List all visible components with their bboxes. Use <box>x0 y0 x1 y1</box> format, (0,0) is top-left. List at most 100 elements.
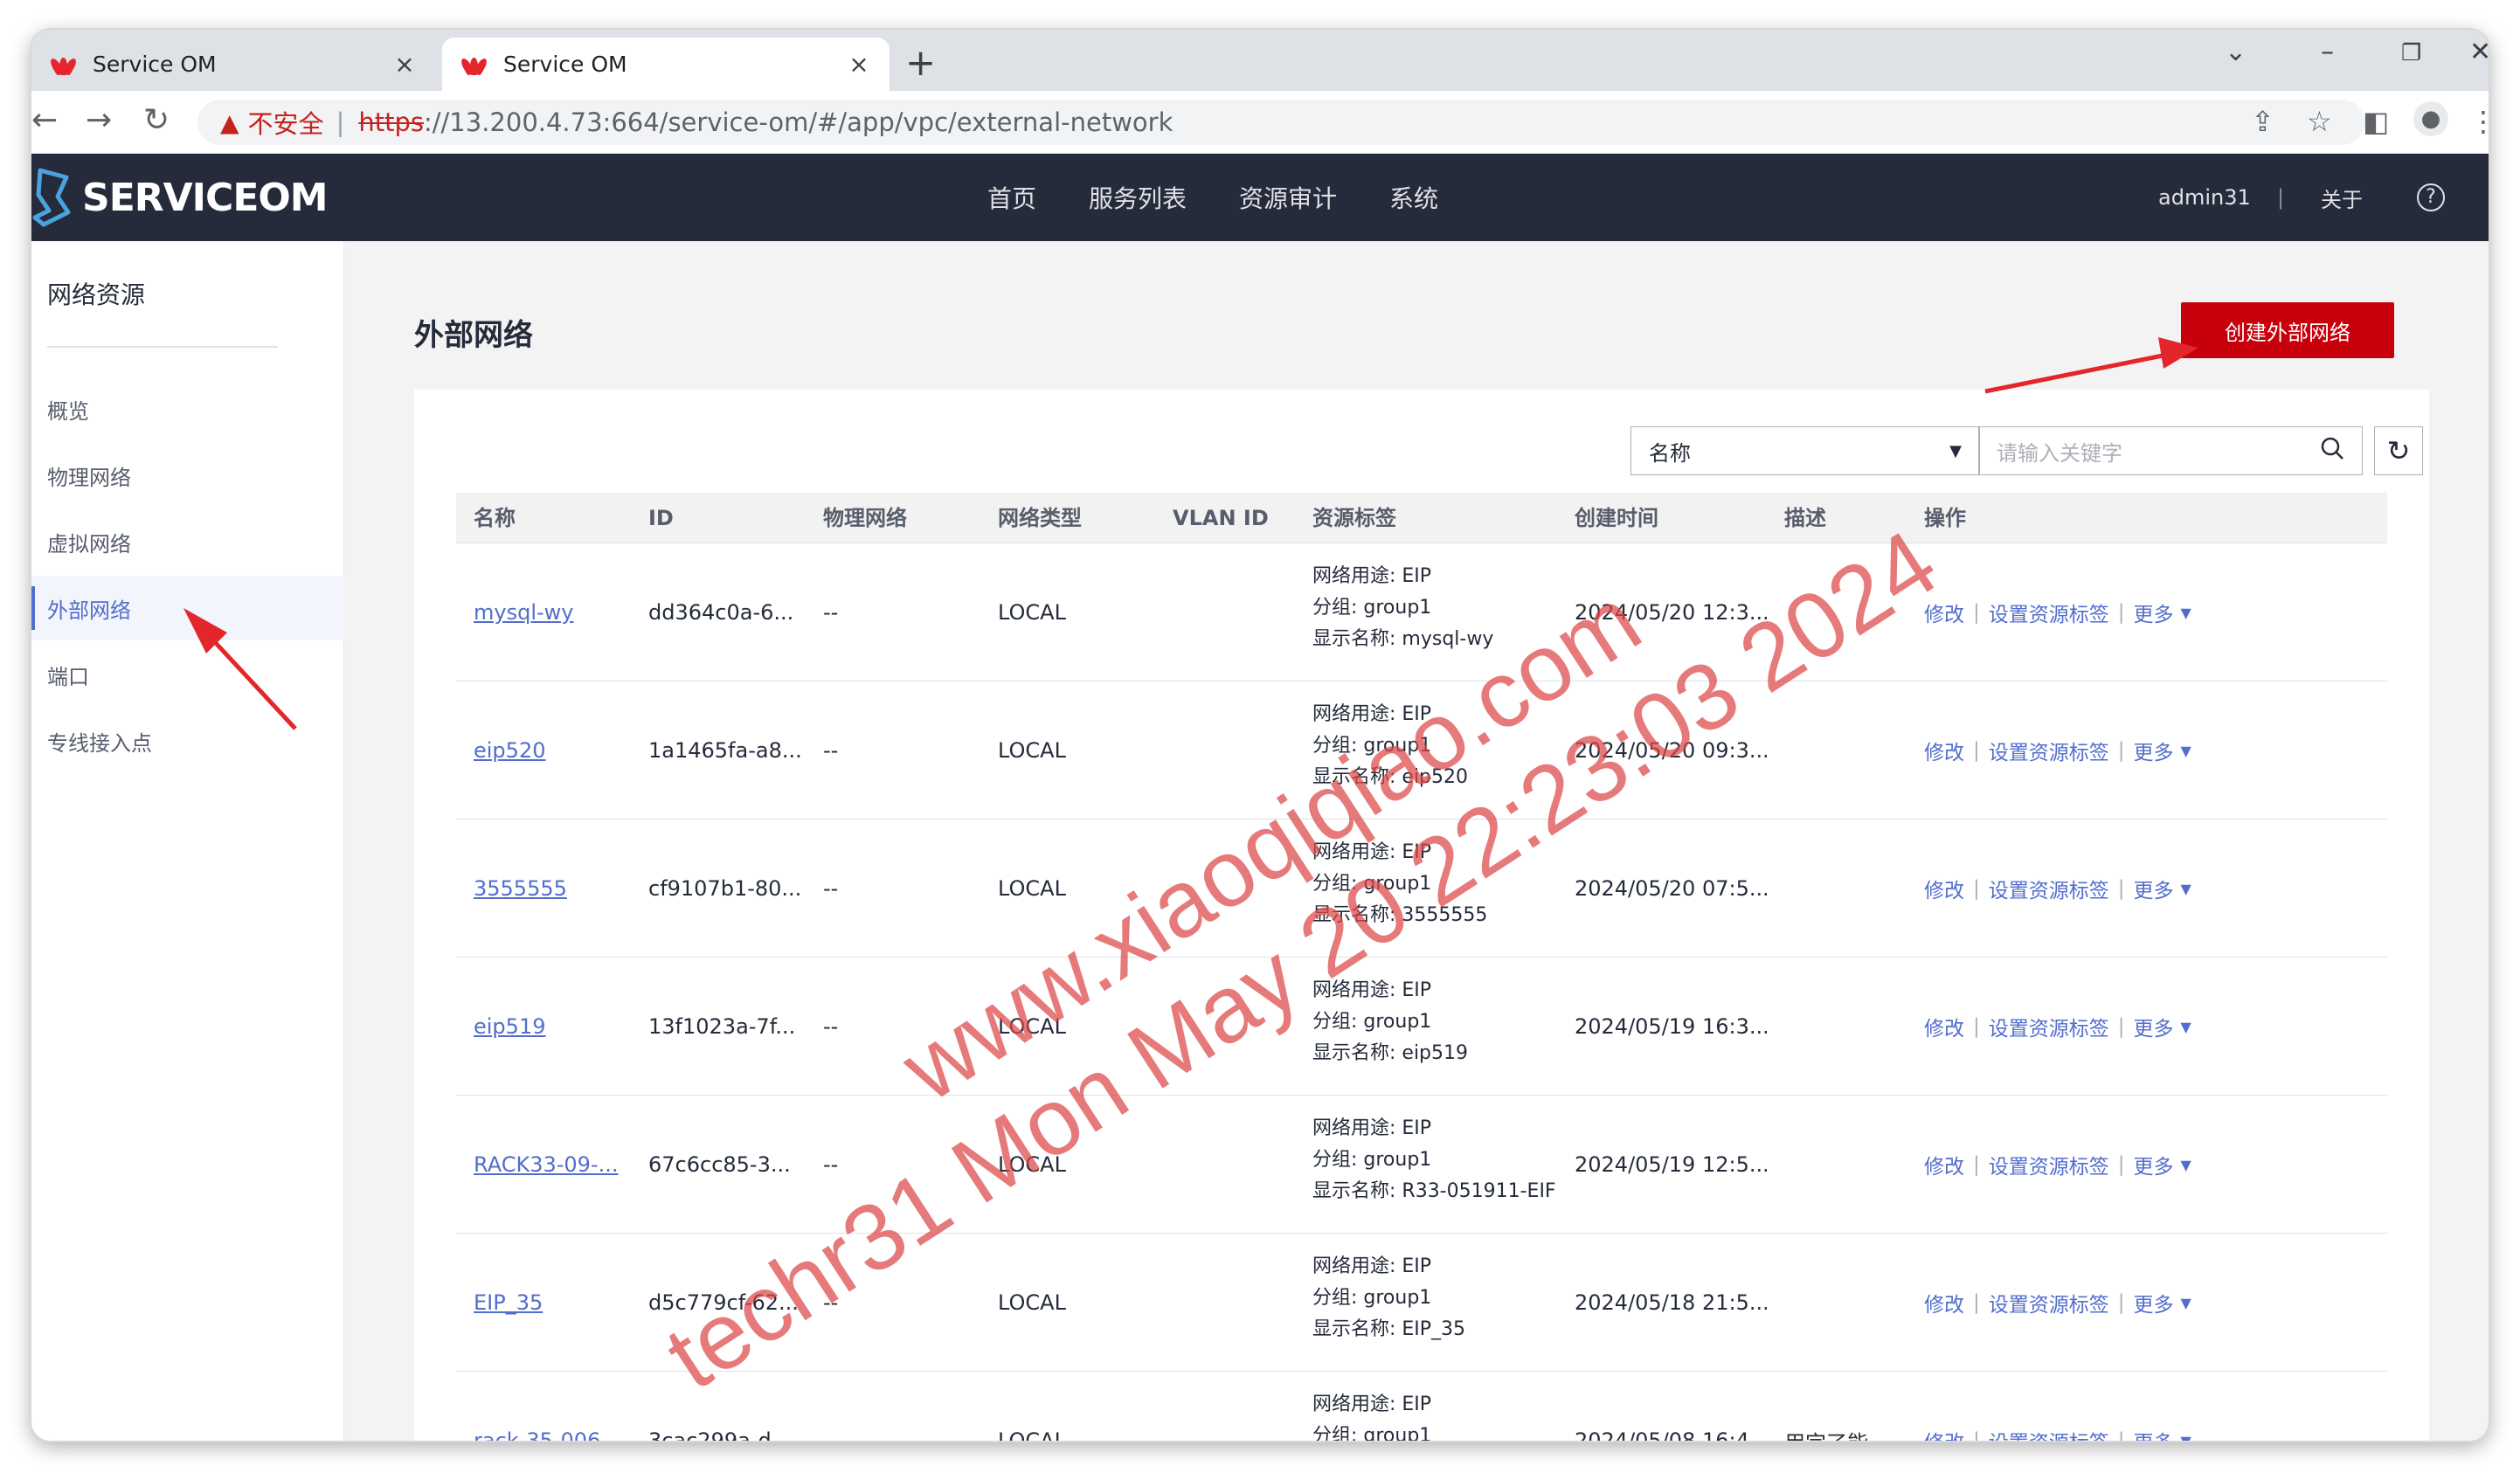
more-dropdown[interactable]: 更多 <box>2134 1426 2174 1441</box>
more-dropdown[interactable]: 更多 <box>2134 1012 2174 1041</box>
network-id: d5c779cf-62... <box>648 1290 799 1315</box>
sidebar-title: 网络资源 <box>47 280 146 309</box>
refresh-icon[interactable]: ↻ <box>2374 426 2423 475</box>
new-tab-button[interactable]: + <box>905 42 936 84</box>
description <box>1784 819 1915 958</box>
created-time: 2024/05/08 16:4 <box>1575 1428 1749 1441</box>
edit-link[interactable]: 修改 <box>1924 1288 1964 1317</box>
resource-tag: 分组: group1 <box>1312 735 1432 757</box>
edit-link[interactable]: 修改 <box>1924 1012 1964 1041</box>
close-window-icon[interactable]: ✕ <box>2469 37 2489 67</box>
address-bar[interactable]: ▲ 不安全 | https ://13.200.4.73:664/service… <box>197 100 2364 145</box>
network-name-link[interactable]: eip519 <box>474 958 631 1096</box>
help-icon[interactable]: ? <box>2417 154 2445 241</box>
bookmark-star-icon[interactable]: ☆ <box>2307 105 2332 138</box>
set-tags-link[interactable]: 设置资源标签 <box>1989 736 2109 765</box>
table-row: rack-35-006- 3cac299a-d -- LOCAL 2024/05/08 … <box>456 1372 2387 1441</box>
network-name-link[interactable]: mysql-wy <box>474 543 631 681</box>
search-icon[interactable] <box>2320 436 2344 466</box>
sidebar-item-direct-connect[interactable]: 专线接入点 <box>31 709 344 773</box>
filter-select[interactable]: 名称 ▼ <box>1630 426 1980 475</box>
nav-service-list[interactable]: 服务列表 <box>1089 180 1187 215</box>
logo-text: SERVICEOM <box>82 175 329 220</box>
physical-network: -- <box>823 876 839 901</box>
sidebar-item-ports[interactable]: 端口 <box>31 642 344 707</box>
nav-home[interactable]: 首页 <box>987 180 1036 215</box>
network-name-link[interactable]: 3555555 <box>474 819 631 958</box>
browser-tab-2[interactable]: Service OM × <box>442 38 890 91</box>
network-name-link[interactable]: EIP_35 <box>474 1234 631 1372</box>
browser-tab-1[interactable]: Service OM × <box>31 38 435 91</box>
back-icon[interactable]: ← <box>31 103 58 138</box>
network-type: LOCAL <box>998 1428 1066 1441</box>
col-network-type[interactable]: 网络类型 <box>998 493 1082 543</box>
sidebar-item-overview[interactable]: 概览 <box>31 377 344 441</box>
about-link[interactable]: 关于 <box>2321 154 2363 241</box>
set-tags-link[interactable]: 设置资源标签 <box>1989 1150 2109 1179</box>
set-tags-link[interactable]: 设置资源标签 <box>1989 1288 2109 1317</box>
physical-network: -- <box>823 1290 839 1315</box>
more-dropdown[interactable]: 更多 <box>2134 736 2174 765</box>
vlan-id <box>1173 1372 1304 1441</box>
col-id[interactable]: ID <box>648 493 674 543</box>
col-name[interactable]: 名称 <box>474 493 516 543</box>
action-divider: | <box>2117 1015 2125 1038</box>
close-tab-icon[interactable]: × <box>846 50 872 79</box>
row-actions: 修改 | 设置资源标签 | 更多 ▼ <box>1924 681 2191 819</box>
set-tags-link[interactable]: 设置资源标签 <box>1989 1426 2109 1441</box>
col-created-time[interactable]: 创建时间 <box>1575 493 1658 543</box>
edit-link[interactable]: 修改 <box>1924 598 1964 627</box>
set-tags-link[interactable]: 设置资源标签 <box>1989 598 2109 627</box>
minimize-icon[interactable]: – <box>2321 37 2334 67</box>
more-dropdown[interactable]: 更多 <box>2134 1288 2174 1317</box>
restore-icon[interactable]: ❐ <box>2401 40 2421 66</box>
network-name-link[interactable]: RACK33-09-... <box>474 1096 631 1234</box>
reload-icon[interactable]: ↻ <box>143 103 170 138</box>
description <box>1784 958 1915 1096</box>
set-tags-link[interactable]: 设置资源标签 <box>1989 874 2109 903</box>
network-name-link[interactable]: rack-35-006- <box>474 1372 631 1441</box>
nav-resource-audit[interactable]: 资源审计 <box>1239 180 1337 215</box>
network-name-link[interactable]: eip520 <box>474 681 631 819</box>
share-icon[interactable]: ⇪ <box>2251 105 2274 138</box>
sidebar-item-virtual-network[interactable]: 虚拟网络 <box>31 509 344 574</box>
address-divider: | <box>336 107 345 137</box>
table-row: EIP_35 d5c779cf-62... -- LOCAL 2024/05/18 21… <box>456 1234 2387 1372</box>
chevron-down-icon: ▼ <box>2180 1432 2191 1442</box>
edit-link[interactable]: 修改 <box>1924 736 1964 765</box>
action-divider: | <box>2117 1153 2125 1176</box>
profile-avatar-icon[interactable]: ● <box>2413 101 2448 136</box>
resource-tag: 网络用途: EIP <box>1312 565 1432 587</box>
sidebar-item-external-network[interactable]: 外部网络 <box>31 576 344 640</box>
description <box>1784 1096 1915 1234</box>
nav-system[interactable]: 系统 <box>1389 180 1438 215</box>
more-dropdown[interactable]: 更多 <box>2134 598 2174 627</box>
serviceom-logo[interactable]: SERVICEOM <box>31 168 329 227</box>
create-external-network-button[interactable]: 创建外部网络 <box>2181 302 2394 358</box>
search-input[interactable]: 请输入关键字 <box>1978 426 2363 475</box>
edit-link[interactable]: 修改 <box>1924 1426 1964 1441</box>
set-tags-link[interactable]: 设置资源标签 <box>1989 1012 2109 1041</box>
col-resource-tags[interactable]: 资源标签 <box>1312 493 1396 543</box>
action-divider: | <box>1973 1429 1980 1441</box>
col-description[interactable]: 描述 <box>1784 493 1826 543</box>
created-time: 2024/05/20 12:3... <box>1575 600 1767 625</box>
user-menu[interactable]: admin31 <box>2158 154 2251 241</box>
menu-icon[interactable]: ⋮ <box>2469 105 2489 138</box>
edit-link[interactable]: 修改 <box>1924 1150 1964 1179</box>
vlan-id <box>1173 819 1304 958</box>
side-panel-icon[interactable]: ◧ <box>2363 105 2389 138</box>
more-dropdown[interactable]: 更多 <box>2134 1150 2174 1179</box>
row-actions: 修改 | 设置资源标签 | 更多 ▼ <box>1924 1234 2191 1372</box>
col-physical-network[interactable]: 物理网络 <box>823 493 907 543</box>
row-actions: 修改 | 设置资源标签 | 更多 ▼ <box>1924 1096 2191 1234</box>
sidebar-item-physical-network[interactable]: 物理网络 <box>31 443 344 508</box>
close-tab-icon[interactable]: × <box>391 50 418 79</box>
forward-icon[interactable]: → <box>86 103 112 138</box>
serviceom-logo-icon <box>32 168 71 227</box>
tab-search-icon[interactable]: ⌄ <box>2225 37 2247 67</box>
col-vlan-id[interactable]: VLAN ID <box>1173 493 1269 543</box>
edit-link[interactable]: 修改 <box>1924 874 1964 903</box>
url-protocol: https <box>358 107 424 137</box>
more-dropdown[interactable]: 更多 <box>2134 874 2174 903</box>
